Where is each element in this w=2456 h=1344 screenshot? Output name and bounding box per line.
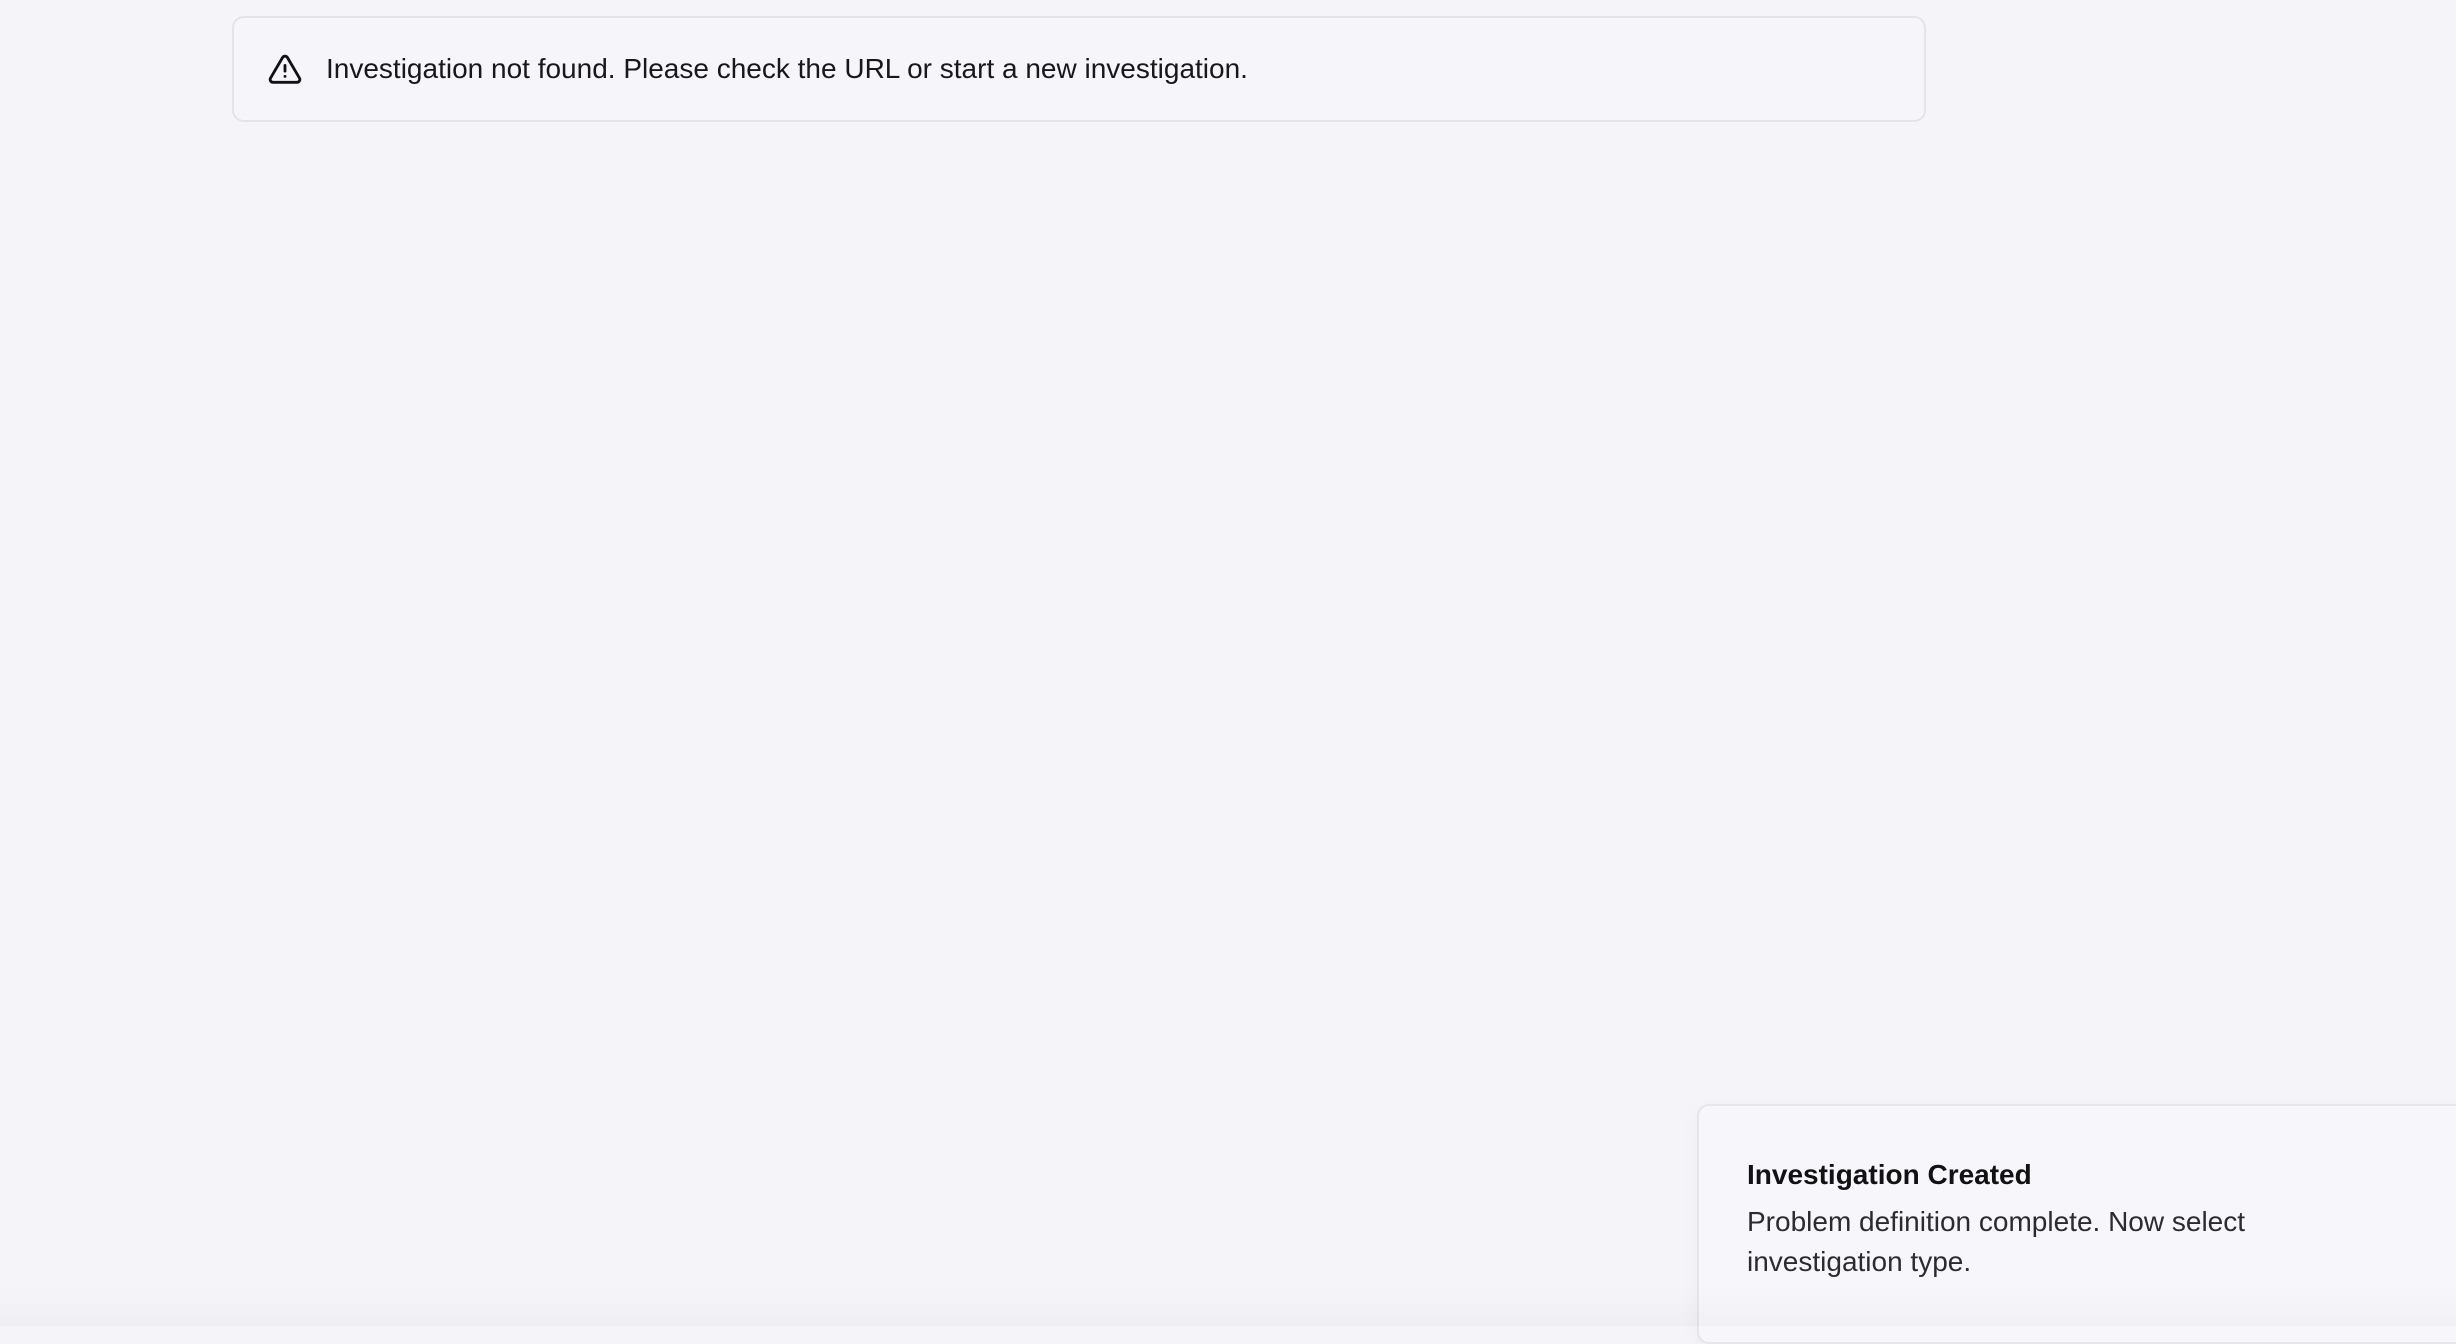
warning-triangle-icon [266,50,304,88]
toast-title: Investigation Created [1747,1159,2032,1190]
alert-message: Investigation not found. Please check th… [326,53,1248,84]
toast-description: Problem definition complete. Now select … [1747,1206,2246,1277]
error-alert: Investigation not found. Please check th… [232,16,1926,122]
toast-notification[interactable]: Investigation Created Problem definition… [1697,1104,2456,1344]
